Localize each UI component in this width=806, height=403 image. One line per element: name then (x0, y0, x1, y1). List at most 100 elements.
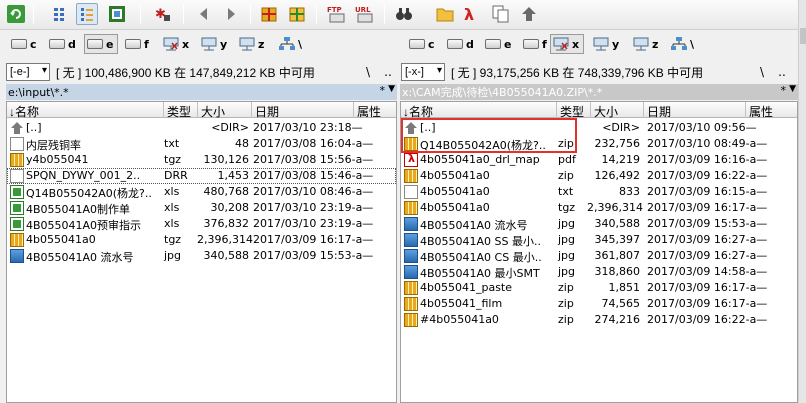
right-col-size[interactable]: 大小 (594, 103, 618, 120)
right-drive-e[interactable]: e (482, 34, 516, 54)
file-size: 2,396,314 (587, 201, 643, 214)
file-row[interactable]: 4B055041A0 流水号 jpg 340,588 2017/03/09 15:53… (7, 248, 396, 264)
unpack-files-icon[interactable] (286, 3, 308, 25)
file-row[interactable]: 4B055041A0 流水号 jpg 340,588 2017/03/09 15:53… (401, 216, 797, 232)
right-drive-dropdown[interactable]: [-x-] (401, 63, 445, 81)
file-size: 30,208 (210, 201, 250, 214)
back-icon[interactable] (193, 3, 215, 25)
right-info-bar: [-x-] [ 无 ] 93,175,256 KB 在 748,339,796 … (401, 62, 741, 82)
left-column-header: ↓名称 类型 大小 日期 属性 (7, 102, 396, 120)
right-root-button[interactable]: \ (752, 62, 772, 82)
left-parent-button[interactable]: .. (378, 62, 398, 82)
file-size: 48 (235, 137, 249, 150)
left-drive-f[interactable]: f (122, 34, 154, 54)
file-date: 2017/03/10 23:19-a— (253, 217, 374, 230)
right-drive-f[interactable]: f (520, 34, 552, 54)
jpg-icon (404, 249, 418, 263)
file-date: 2017/03/09 16:22-a— (647, 169, 768, 182)
copy-icon[interactable] (490, 3, 512, 25)
file-name: y4b055041 (26, 153, 89, 166)
left-history-star[interactable]: * (380, 84, 386, 97)
right-col-attr[interactable]: 属性 (749, 103, 773, 120)
file-row[interactable]: #4b055041a0 zip 274,216 2017/03/09 16:22-a— (401, 312, 797, 328)
search-binoculars-icon[interactable] (393, 3, 415, 25)
parent-folder-icon[interactable] (518, 3, 540, 25)
file-row[interactable]: [..] <DIR> 2017/03/10 23:18— (7, 120, 396, 136)
file-row[interactable]: Q14B055042A0(杨龙?.. xls 480,768 2017/03/10 0… (7, 184, 396, 200)
file-name: SPQN_DYWY_001_2.. (26, 169, 141, 182)
url-connect-icon[interactable]: URL (354, 3, 376, 25)
right-drive-c[interactable]: c (406, 34, 440, 54)
left-col-date[interactable]: 日期 (255, 103, 279, 120)
left-col-size[interactable]: 大小 (201, 103, 225, 120)
left-drive-x[interactable]: x (160, 34, 194, 54)
left-drive-e[interactable]: e (84, 34, 119, 54)
right-drive-z[interactable]: z (630, 34, 663, 54)
brief-view-icon[interactable] (50, 3, 72, 25)
window-scrollbar[interactable] (798, 0, 806, 403)
file-ext: tgz (164, 233, 182, 246)
file-row[interactable]: 4B055041A0预审指示 xls 376,832 2017/03/10 23:19… (7, 216, 396, 232)
folder-icon[interactable] (434, 3, 456, 25)
file-date: 2017/03/09 16:22-a— (647, 313, 768, 326)
file-row[interactable]: 4b055041_paste zip 1,851 2017/03/09 16:17-a… (401, 280, 797, 296)
left-drive-dropdown[interactable]: [-e-] (6, 63, 50, 81)
file-name: 4b055041a0 (420, 169, 490, 182)
file-date: 2017/03/09 16:16-a— (647, 153, 768, 166)
file-row[interactable]: 4b055041a0 tgz 2,396,314 2017/03/09 16:17-a… (401, 200, 797, 216)
file-ext: zip (558, 313, 574, 326)
xls-icon (10, 217, 24, 231)
file-name: 4b055041a0 (26, 233, 96, 246)
left-drive-y[interactable]: y (198, 34, 232, 54)
file-date: 2017/03/10 08:49-a— (647, 137, 768, 150)
right-drive-x[interactable]: x (550, 34, 585, 54)
file-date: 2017/03/09 16:15-a— (647, 185, 768, 198)
right-drive-network[interactable]: \ (668, 34, 699, 54)
left-drive-z[interactable]: z (236, 34, 269, 54)
file-row[interactable]: 4B055041A0 最小SMT jpg 318,860 2017/03/09 14:… (401, 264, 797, 280)
file-row[interactable]: 4B055041A0 SS 最小.. jpg 345,397 2017/03/09 1… (401, 232, 797, 248)
file-row[interactable]: 4b055041a0 tgz 2,396,314 2017/03/09 16:17-a… (7, 232, 396, 248)
left-col-name[interactable]: ↓名称 (9, 103, 39, 120)
left-path: e:\input\*.* (8, 85, 69, 99)
left-drive-network[interactable]: \ (276, 34, 307, 54)
left-history-arrow-icon[interactable]: ▼ (388, 84, 395, 94)
refresh-icon[interactable] (5, 3, 27, 25)
thumbnail-view-icon[interactable] (106, 3, 128, 25)
file-name: 4B055041A0 流水号 (420, 219, 528, 232)
file-size: 345,397 (594, 233, 641, 246)
forward-icon[interactable] (220, 3, 242, 25)
select-files-icon[interactable]: ✱ (151, 3, 173, 25)
left-col-ext[interactable]: 类型 (167, 103, 191, 120)
right-col-date[interactable]: 日期 (647, 103, 671, 120)
file-ext: tgz (558, 201, 576, 214)
left-root-button[interactable]: \ (358, 62, 378, 82)
file-size: 1,453 (217, 169, 250, 182)
file-row[interactable]: 4b055041a0 txt 833 2017/03/09 16:15-a— (401, 184, 797, 200)
left-path-bar[interactable]: e:\input\*.* * ▼ (6, 84, 397, 100)
right-drive-y[interactable]: y (590, 34, 624, 54)
right-drive-d[interactable]: d (444, 34, 479, 54)
file-row[interactable]: 4B055041A0 CS 最小.. jpg 361,807 2017/03/09 1… (401, 248, 797, 264)
file-row[interactable]: y4b055041 tgz 130,126 2017/03/08 15:56-a— (7, 152, 396, 168)
detailed-view-icon[interactable] (76, 3, 98, 25)
left-col-attr[interactable]: 属性 (357, 103, 381, 120)
file-row[interactable]: SPQN_DYWY_001_2.. DRR 1,453 2017/03/08 15:4… (7, 168, 396, 184)
file-ext: xls (164, 201, 180, 214)
right-path-bar[interactable]: x:\CAM完成\待检\4B055041A0.ZIP\*.* * ▼ (400, 84, 798, 100)
right-parent-button[interactable]: .. (772, 62, 792, 82)
file-row[interactable]: 4b055041_film zip 74,565 2017/03/09 16:17-a… (401, 296, 797, 312)
file-row[interactable]: 4b055041a0_drl_map pdf 14,219 2017/03/09 16… (401, 152, 797, 168)
left-drive-d[interactable]: d (46, 34, 81, 54)
scrollbar-thumb[interactable] (800, 28, 806, 44)
file-name: 4B055041A0预审指示 (26, 219, 142, 232)
file-row[interactable]: 内层残铜率 txt 48 2017/03/08 16:04-a— (7, 136, 396, 152)
ftp-connect-icon[interactable]: FTP (326, 3, 348, 25)
right-history-star[interactable]: * (781, 84, 787, 97)
left-drive-c[interactable]: c (8, 34, 42, 54)
right-history-arrow-icon[interactable]: ▼ (789, 84, 796, 94)
file-row[interactable]: 4B055041A0制作单 xls 30,208 2017/03/10 23:19-a… (7, 200, 396, 216)
file-row[interactable]: 4b055041a0 zip 126,492 2017/03/09 16:22-a— (401, 168, 797, 184)
pdf-icon[interactable]: λ (460, 3, 482, 25)
pack-files-icon[interactable] (258, 3, 280, 25)
